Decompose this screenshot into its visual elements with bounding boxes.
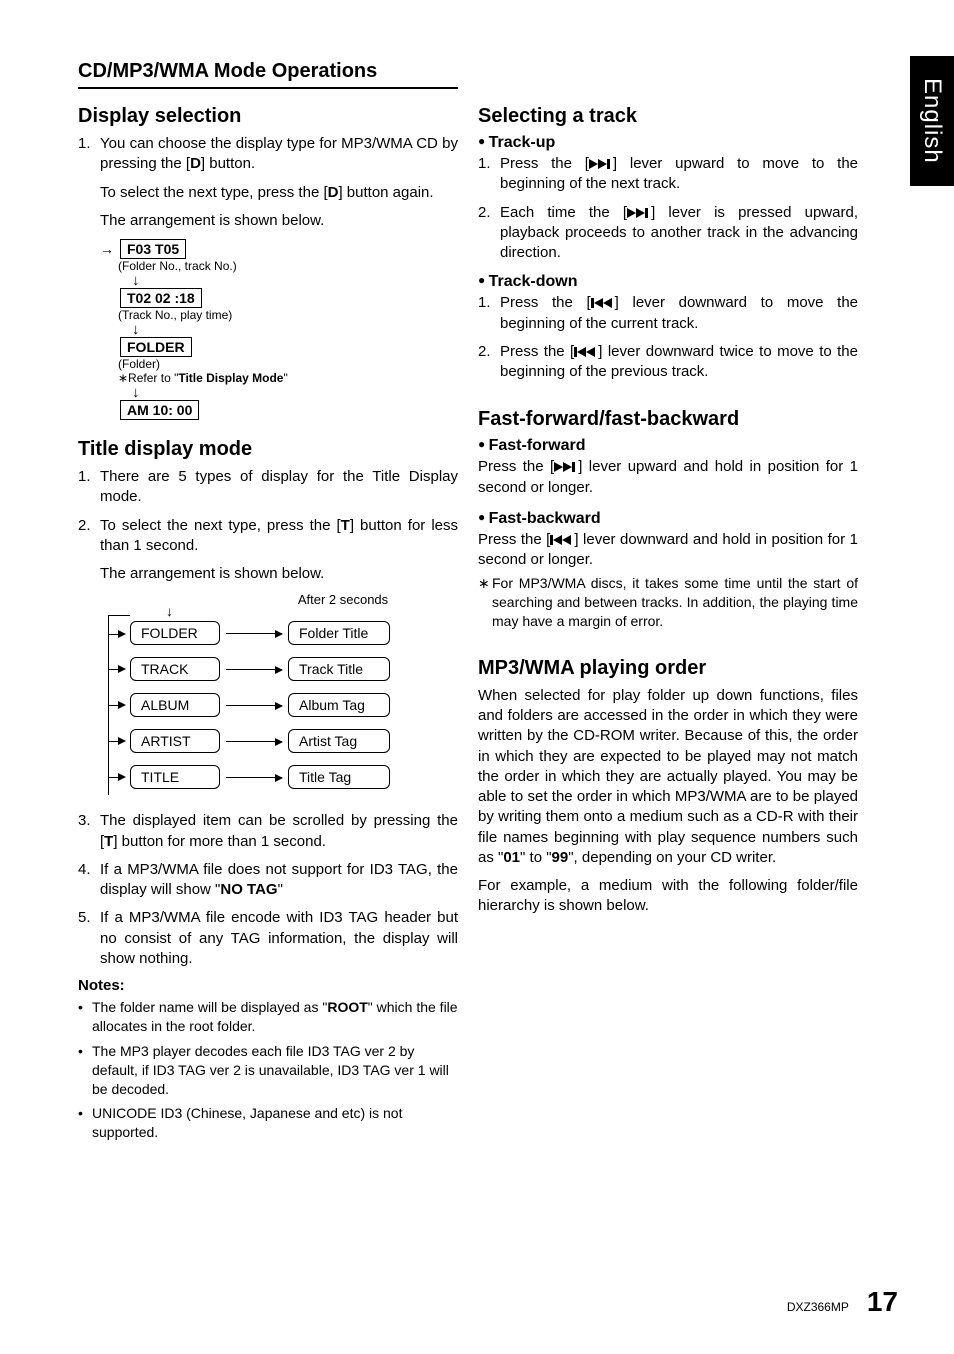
track-up-head: Track-up <box>478 134 858 152</box>
page: CD/MP3/WMA Mode Operations Display selec… <box>0 0 954 1354</box>
td-1: 1.Press the [] lever downward to move th… <box>478 293 858 334</box>
d2-row-0: FOLDER Folder Title <box>108 615 438 651</box>
ds-para2: To select the next type, press the [D] b… <box>100 183 458 203</box>
display-selection-title: Display selection <box>78 105 458 128</box>
d2-l0: FOLDER <box>130 621 220 645</box>
d1-cap1: (Folder No., track No.) <box>118 259 458 273</box>
play-order-para1: When selected for play folder up down fu… <box>478 686 858 868</box>
d2-r0: Folder Title <box>288 621 390 645</box>
left-column: Display selection 1. You can choose the … <box>78 103 458 1148</box>
next-track-icon <box>627 208 651 218</box>
d2-l2: ALBUM <box>130 693 220 717</box>
play-order-para2: For example, a medium with the following… <box>478 876 858 917</box>
arrow-right-icon <box>226 777 282 778</box>
d2-l1: TRACK <box>130 657 220 681</box>
arrow-down-icon: ↓ <box>132 273 458 288</box>
num: 1. <box>78 134 100 175</box>
selecting-track-title: Selecting a track <box>478 105 858 128</box>
d2-r4: Title Tag <box>288 765 390 789</box>
d2-r3: Artist Tag <box>288 729 390 753</box>
footer: DXZ366MP 17 <box>787 1286 898 1318</box>
display-selection-diagram: →F03 T05 (Folder No., track No.) ↓ T02 0… <box>100 239 458 420</box>
text: You can choose the display type for MP3/… <box>100 134 458 175</box>
arrow-right-icon <box>226 741 282 742</box>
tdm-list: 1.There are 5 types of display for the T… <box>78 467 458 556</box>
d2-row-2: ALBUM Album Tag <box>108 687 438 723</box>
page-number: 17 <box>867 1286 898 1318</box>
prev-track-icon <box>591 298 615 308</box>
arrow-right-icon <box>226 705 282 706</box>
ast-note: ∗For MP3/WMA discs, it takes some time u… <box>478 574 858 631</box>
d1-cap3b: ∗Refer to "Title Display Mode" <box>118 371 458 385</box>
d2-l3: ARTIST <box>130 729 220 753</box>
tdm-item-5: 5.If a MP3/WMA file encode with ID3 TAG … <box>78 908 458 969</box>
ds-para3: The arrangement is shown below. <box>100 211 458 231</box>
note-1: The folder name will be displayed as "RO… <box>78 998 458 1036</box>
d1-cap2: (Track No., play time) <box>118 308 458 322</box>
title-display-mode-title: Title display mode <box>78 438 458 461</box>
next-track-icon <box>554 462 578 472</box>
d2-row-3: ARTIST Artist Tag <box>108 723 438 759</box>
td-2: 2.Press the [] lever downward twice to m… <box>478 342 858 383</box>
next-track-icon <box>589 159 613 169</box>
notes-list: The folder name will be displayed as "RO… <box>78 998 458 1142</box>
play-order-title: MP3/WMA playing order <box>478 657 858 680</box>
tdm-item-4: 4.If a MP3/WMA file does not support for… <box>78 860 458 901</box>
track-up-list: 1.Press the [] lever upward to move to t… <box>478 154 858 263</box>
after-2-seconds-label: After 2 seconds <box>108 592 438 607</box>
tdm-para: The arrangement is shown below. <box>100 564 458 584</box>
tdm-list-2: 3.The displayed item can be scrolled by … <box>78 811 458 969</box>
tu-2: 2.Each time the [] lever is pressed upwa… <box>478 203 858 264</box>
track-down-head: Track-down <box>478 273 858 291</box>
fast-backward-head: Fast-backward <box>478 510 858 528</box>
track-down-list: 1.Press the [] lever downward to move th… <box>478 293 858 382</box>
ds-item-1: 1. You can choose the display type for M… <box>78 134 458 175</box>
tu-1: 1.Press the [] lever upward to move to t… <box>478 154 858 195</box>
arrow-down-icon: ↓ <box>132 322 458 337</box>
ff-text: Press the [] lever upward and hold in po… <box>478 457 858 498</box>
tdm-item-1: 1.There are 5 types of display for the T… <box>78 467 458 508</box>
arrow-right-icon <box>226 669 282 670</box>
section-header: CD/MP3/WMA Mode Operations <box>78 60 458 89</box>
tdm-item-2: 2.To select the next type, press the [T]… <box>78 516 458 557</box>
fb-text: Press the [] lever downward and hold in … <box>478 530 858 571</box>
fast-fwd-title: Fast-forward/fast-backward <box>478 408 858 431</box>
d2-r2: Album Tag <box>288 693 390 717</box>
arrow-down-icon: ↓ <box>166 603 173 619</box>
note-3: UNICODE ID3 (Chinese, Japanese and etc) … <box>78 1104 458 1142</box>
notes-heading: Notes: <box>78 977 458 994</box>
display-selection-list: 1. You can choose the display type for M… <box>78 134 458 175</box>
title-display-diagram: ↓ FOLDERFolder Title TRACKTrack Title AL… <box>108 615 438 795</box>
note-2: The MP3 player decodes each file ID3 TAG… <box>78 1042 458 1099</box>
model-label: DXZ366MP <box>787 1300 849 1314</box>
tdm-item-3: 3.The displayed item can be scrolled by … <box>78 811 458 852</box>
prev-track-icon <box>550 535 574 545</box>
right-column: Selecting a track Track-up 1.Press the [… <box>478 103 858 1148</box>
prev-track-icon <box>574 347 598 357</box>
d1-box4: AM 10: 00 <box>120 400 199 420</box>
fast-forward-head: Fast-forward <box>478 437 858 455</box>
arrow-down-icon: ↓ <box>132 385 458 400</box>
arrow-right-icon <box>226 633 282 634</box>
d1-cap3a: (Folder) <box>118 357 458 371</box>
d2-row-1: TRACK Track Title <box>108 651 438 687</box>
columns: Display selection 1. You can choose the … <box>78 103 902 1148</box>
d2-r1: Track Title <box>288 657 390 681</box>
d2-row-4: TITLE Title Tag <box>108 759 438 795</box>
d1-box2: T02 02 :18 <box>120 288 202 308</box>
d2-l4: TITLE <box>130 765 220 789</box>
d1-box3: FOLDER <box>120 337 192 357</box>
d1-box1: F03 T05 <box>120 239 186 259</box>
